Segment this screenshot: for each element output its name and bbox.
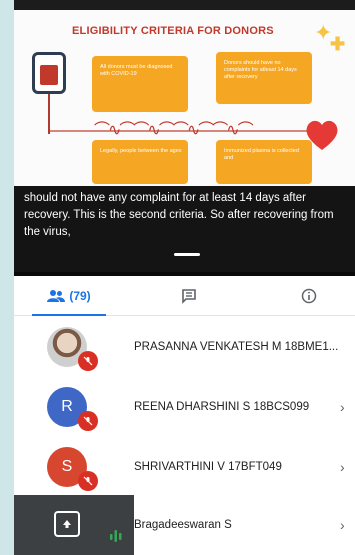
tab-chat[interactable] [134, 276, 244, 316]
participant-row[interactable]: Bragadeeswaran S › [14, 495, 355, 555]
criteria-box-2: Donors should have no complaints for atl… [216, 52, 312, 104]
mic-off-icon [78, 471, 98, 491]
participant-name: Bragadeeswaran S [134, 519, 232, 531]
blood-tube [48, 94, 54, 134]
panel-tabs: (79) [14, 276, 355, 316]
caption-text: should not have any complaint for at lea… [24, 192, 334, 238]
participant-row[interactable]: R REENA DHARSHINI S 18BCS099 › [14, 377, 355, 437]
mic-off-icon [78, 351, 98, 371]
participant-row[interactable]: PRASANNA VENKATESH M 18BME1... [14, 317, 355, 377]
participant-row[interactable]: S SHRIVARTHINI V 17BFT049 › [14, 437, 355, 497]
participant-name: SHRIVARTHINI V 17BFT049 [134, 461, 282, 473]
chevron-right-icon[interactable]: › [340, 495, 345, 555]
blood-bag-icon [32, 52, 66, 94]
tab-people[interactable]: (79) [14, 276, 124, 316]
presentation-slide: ELIGIBILITY CRITERIA FOR DONORS ✦ ✚ ⌒∿⌒⌒… [14, 10, 355, 272]
status-bar [14, 0, 355, 10]
chevron-right-icon[interactable]: › [340, 377, 345, 437]
info-icon [301, 288, 317, 304]
live-caption: should not have any complaint for at lea… [14, 186, 355, 272]
criteria-box-4: Immunized plasma is collected and [216, 140, 312, 184]
mic-off-icon [78, 411, 98, 431]
medical-cross-icon: ✚ [330, 34, 346, 54]
heartbeat-line: ⌒∿⌒⌒∿⌒⌒∿⌒⌒∿⌒ [94, 122, 254, 139]
participant-name: REENA DHARSHINI S 18BCS099 [134, 401, 310, 413]
people-count: (79) [69, 289, 91, 303]
chat-icon [182, 289, 196, 304]
participant-list: PRASANNA VENKATESH M 18BME1... R REENA D… [14, 317, 355, 555]
drag-handle[interactable] [174, 253, 200, 256]
meeting-screen: ELIGIBILITY CRITERIA FOR DONORS ✦ ✚ ⌒∿⌒⌒… [14, 0, 355, 555]
criteria-box-1: All donors must be diagnosed with COVID-… [92, 56, 188, 112]
people-icon [47, 290, 66, 302]
participant-name: PRASANNA VENKATESH M 18BME1... [134, 341, 339, 353]
chevron-right-icon[interactable]: › [340, 437, 345, 497]
criteria-box-3: Legally, people between the ages [92, 140, 188, 184]
tab-info[interactable] [254, 276, 355, 316]
slide-title: ELIGIBILITY CRITERIA FOR DONORS [72, 25, 274, 37]
